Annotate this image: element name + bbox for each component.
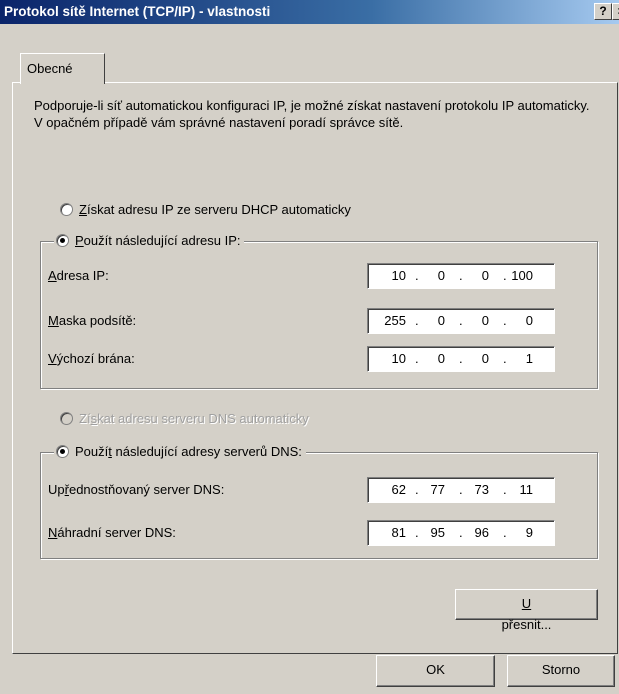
radio-dns-manual-indicator [56, 445, 69, 458]
tab-general-label: Obecné [27, 61, 73, 76]
preferred-dns-field[interactable]: 62. 77. 73. 11 [367, 477, 555, 503]
octet: 77 [430, 482, 445, 497]
octet: 10 [391, 268, 406, 283]
advanced-button-label: Upřesnit... [501, 596, 552, 632]
description-text: Podporuje-li síť automatickou konfigurac… [34, 98, 590, 130]
octet: 73 [474, 482, 489, 497]
octet: 0 [481, 313, 489, 328]
octet: 100 [511, 268, 533, 283]
radio-ip-manual[interactable]: Použít následující adresu IP: [54, 233, 245, 248]
octet: 81 [391, 525, 406, 540]
window-title: Protokol sítě Internet (TCP/IP) - vlastn… [4, 4, 271, 19]
octet: 62 [391, 482, 406, 497]
ip-address-field[interactable]: 10. 0. 0. 100 [367, 263, 555, 289]
octet: 255 [384, 313, 406, 328]
octet: 0 [525, 313, 533, 328]
octet: 1 [525, 351, 533, 366]
octet: 96 [474, 525, 489, 540]
octet: 0 [437, 351, 445, 366]
ok-button[interactable]: OK [376, 655, 495, 687]
radio-ip-auto-indicator [60, 203, 73, 216]
radio-dns-auto[interactable]: Získat adresu serveru DNS automaticky [60, 411, 309, 426]
ok-button-label: OK [426, 662, 445, 677]
alternate-dns-field[interactable]: 81. 95. 96. 9 [367, 520, 555, 546]
octet: 0 [437, 313, 445, 328]
octet: 11 [519, 482, 534, 497]
close-button[interactable]: × [612, 3, 619, 20]
octet: 10 [391, 351, 406, 366]
subnet-mask-field[interactable]: 255. 0. 0. 0 [367, 308, 555, 334]
tab-general[interactable]: Obecné [20, 53, 105, 84]
octet: 0 [481, 268, 489, 283]
octet: 0 [481, 351, 489, 366]
radio-ip-auto[interactable]: Získat adresu IP ze serveru DHCP automat… [60, 202, 351, 217]
advanced-button[interactable]: Upřesnit... [455, 589, 598, 632]
label-alternate-dns: Náhradní server DNS: [48, 525, 176, 540]
radio-ip-manual-label: Použít následující adresu IP: [75, 233, 241, 248]
label-default-gateway: Výchozí brána: [48, 351, 135, 366]
octet: 9 [525, 525, 533, 540]
radio-ip-manual-indicator [56, 234, 69, 247]
radio-dns-auto-indicator [60, 412, 73, 425]
label-ip-address: Adresa IP: [48, 268, 109, 283]
cancel-button[interactable]: Storno [507, 655, 615, 687]
help-button[interactable]: ? [594, 3, 612, 20]
cancel-button-label: Storno [541, 662, 581, 677]
radio-ip-auto-label: Získat adresu IP ze serveru DHCP automat… [79, 202, 351, 217]
radio-dns-manual-label: Použít následující adresy serverů DNS: [75, 444, 302, 459]
label-subnet-mask: Maska podsítě: [48, 313, 137, 328]
label-preferred-dns: Upřednostňovaný server DNS: [48, 482, 225, 497]
octet: 95 [430, 525, 445, 540]
radio-dns-manual[interactable]: Použít následující adresy serverů DNS: [54, 444, 306, 459]
default-gateway-field[interactable]: 10. 0. 0. 1 [367, 346, 555, 372]
radio-dns-auto-label: Získat adresu serveru DNS automaticky [79, 411, 309, 426]
octet: 0 [437, 268, 445, 283]
title-bar: Protokol sítě Internet (TCP/IP) - vlastn… [0, 0, 619, 24]
